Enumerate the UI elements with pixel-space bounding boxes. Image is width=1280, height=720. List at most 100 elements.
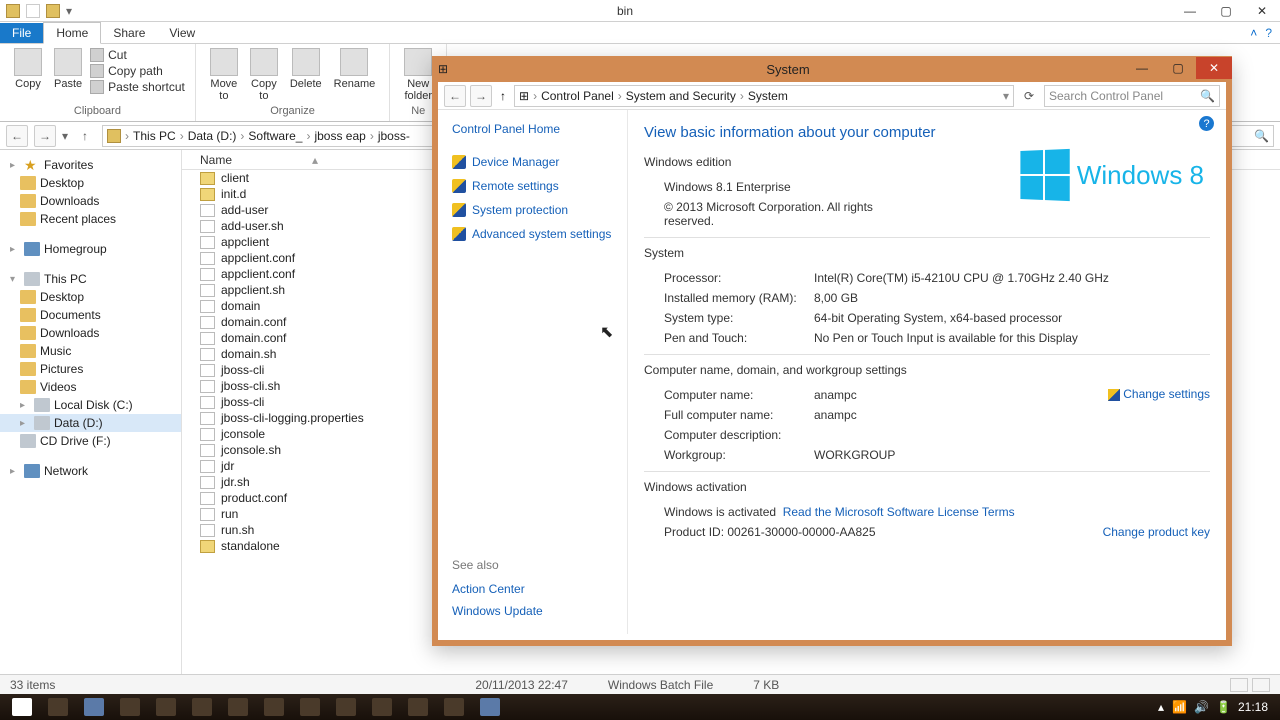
ribbon-tabs: File Home Share View ˄ ? <box>0 22 1280 44</box>
tab-view[interactable]: View <box>157 23 207 43</box>
taskbar-app-4[interactable] <box>148 694 184 720</box>
tree-downloads2[interactable]: Downloads <box>0 324 181 342</box>
paste-button[interactable]: Paste <box>48 46 88 92</box>
rename-button[interactable]: Rename <box>328 46 382 92</box>
copyto-button[interactable]: Copy to <box>244 46 284 104</box>
taskbar-app-3[interactable] <box>112 694 148 720</box>
copy-button[interactable]: Copy <box>8 46 48 92</box>
tree-desktop2[interactable]: Desktop <box>0 288 181 306</box>
taskbar-app-10[interactable] <box>364 694 400 720</box>
tray-up-icon[interactable]: ▴ <box>1158 700 1164 714</box>
tree-cd[interactable]: CD Drive (F:) <box>0 432 181 450</box>
sys-back-button[interactable]: ← <box>444 85 466 107</box>
folder-icon <box>200 172 215 185</box>
ribbon-help-icon[interactable]: ? <box>1265 26 1272 40</box>
system-titlebar[interactable]: ⊞ System — ▢ ✕ <box>432 56 1232 82</box>
tab-share[interactable]: Share <box>101 23 157 43</box>
systype-value: 64-bit Operating System, x64-based proce… <box>814 311 1210 325</box>
file-name: domain.conf <box>221 315 286 329</box>
statusbar: 33 items 20/11/2013 22:47 Windows Batch … <box>0 674 1280 694</box>
status-size: 7 KB <box>753 678 779 692</box>
taskbar-app-8[interactable] <box>292 694 328 720</box>
view-large-icon[interactable] <box>1252 678 1270 692</box>
taskbar-system[interactable] <box>472 694 508 720</box>
cut-button[interactable]: Cut <box>90 48 185 62</box>
sys-up-button[interactable]: ↑ <box>496 89 510 103</box>
tree-videos[interactable]: Videos <box>0 378 181 396</box>
tray-network-icon[interactable]: 📶 <box>1172 700 1186 714</box>
tree-homegroup[interactable]: ▸Homegroup <box>0 240 181 258</box>
tree-documents[interactable]: Documents <box>0 306 181 324</box>
copypath-button[interactable]: Copy path <box>90 64 185 78</box>
taskbar-app-7[interactable] <box>256 694 292 720</box>
sys-maximize-button[interactable]: ▢ <box>1160 57 1196 79</box>
file-name: appclient <box>221 235 269 249</box>
action-center-link[interactable]: Action Center <box>452 578 543 600</box>
delete-button[interactable]: Delete <box>284 46 328 92</box>
taskbar-app-1[interactable] <box>40 694 76 720</box>
sys-search[interactable]: Search Control Panel🔍 <box>1044 85 1220 107</box>
search-icon: 🔍 <box>1254 129 1269 143</box>
qat-dropdown-icon[interactable]: ▾ <box>66 4 72 18</box>
start-button[interactable] <box>4 694 40 720</box>
change-productkey-link[interactable]: Change product key <box>1103 525 1210 539</box>
device-manager-link[interactable]: Device Manager <box>452 150 613 174</box>
clock[interactable]: 21:18 <box>1238 700 1268 714</box>
sys-minimize-button[interactable]: — <box>1124 57 1160 79</box>
tree-localdisk[interactable]: ▸Local Disk (C:) <box>0 396 181 414</box>
taskbar-app-11[interactable] <box>400 694 436 720</box>
history-dropdown-icon[interactable]: ▾ <box>62 129 68 143</box>
windows-update-link[interactable]: Windows Update <box>452 600 543 622</box>
maximize-button[interactable]: ▢ <box>1208 0 1244 22</box>
up-button[interactable]: ↑ <box>74 125 96 147</box>
license-terms-link[interactable]: Read the Microsoft Software License Term… <box>783 505 1015 519</box>
qat-newdoc-icon[interactable] <box>26 4 40 18</box>
tray-battery-icon[interactable]: 🔋 <box>1216 700 1230 714</box>
file-name: run <box>221 507 238 521</box>
tray-volume-icon[interactable]: 🔊 <box>1194 700 1208 714</box>
tree-desktop[interactable]: Desktop <box>0 174 181 192</box>
tree-thispc[interactable]: ▾This PC <box>0 270 181 288</box>
tab-home[interactable]: Home <box>43 22 101 44</box>
remote-settings-link[interactable]: Remote settings <box>452 174 613 198</box>
forward-button[interactable]: → <box>34 125 56 147</box>
workgroup-value: WORKGROUP <box>814 448 1210 462</box>
close-button[interactable]: ✕ <box>1244 0 1280 22</box>
back-button[interactable]: ← <box>6 125 28 147</box>
change-settings-link[interactable]: Change settings <box>1108 387 1210 401</box>
tree-downloads[interactable]: Downloads <box>0 192 181 210</box>
tree-network[interactable]: ▸Network <box>0 462 181 480</box>
control-panel-home-link[interactable]: Control Panel Home <box>452 122 613 136</box>
tree-recent[interactable]: Recent places <box>0 210 181 228</box>
tree-pictures[interactable]: Pictures <box>0 360 181 378</box>
taskbar-explorer[interactable] <box>76 694 112 720</box>
sys-refresh-button[interactable]: ⟳ <box>1018 85 1040 107</box>
help-icon[interactable]: ? <box>1199 116 1214 131</box>
taskbar-app-5[interactable] <box>184 694 220 720</box>
taskbar-app-12[interactable] <box>436 694 472 720</box>
view-details-icon[interactable] <box>1230 678 1248 692</box>
system-app-icon: ⊞ <box>432 62 452 76</box>
taskbar-app-6[interactable] <box>220 694 256 720</box>
minimize-button[interactable]: — <box>1172 0 1208 22</box>
sys-close-button[interactable]: ✕ <box>1196 57 1232 79</box>
pasteshortcut-button[interactable]: Paste shortcut <box>90 80 185 94</box>
qat-folder-icon[interactable] <box>46 4 60 18</box>
pentouch-value: No Pen or Touch Input is available for t… <box>814 331 1210 345</box>
computerdesc-value <box>814 428 1210 442</box>
system-protection-link[interactable]: System protection <box>452 198 613 222</box>
taskbar-app-9[interactable] <box>328 694 364 720</box>
sys-forward-button[interactable]: → <box>470 85 492 107</box>
advanced-settings-link[interactable]: Advanced system settings <box>452 222 613 246</box>
tree-music[interactable]: Music <box>0 342 181 360</box>
tree-data[interactable]: ▸Data (D:) <box>0 414 181 432</box>
ram-value: 8,00 GB <box>814 291 1210 305</box>
sys-breadcrumb[interactable]: ⊞ ›Control Panel ›System and Security ›S… <box>514 85 1014 107</box>
productid-value: 00261-30000-00000-AA825 <box>727 525 875 539</box>
tab-file[interactable]: File <box>0 23 43 43</box>
file-name: jboss-cli <box>221 363 264 377</box>
system-addressbar: ← → ↑ ⊞ ›Control Panel ›System and Secur… <box>438 82 1226 110</box>
ribbon-collapse-icon[interactable]: ˄ <box>1250 26 1257 40</box>
tree-favorites[interactable]: ▸★Favorites <box>0 156 181 174</box>
moveto-button[interactable]: Move to <box>204 46 244 104</box>
